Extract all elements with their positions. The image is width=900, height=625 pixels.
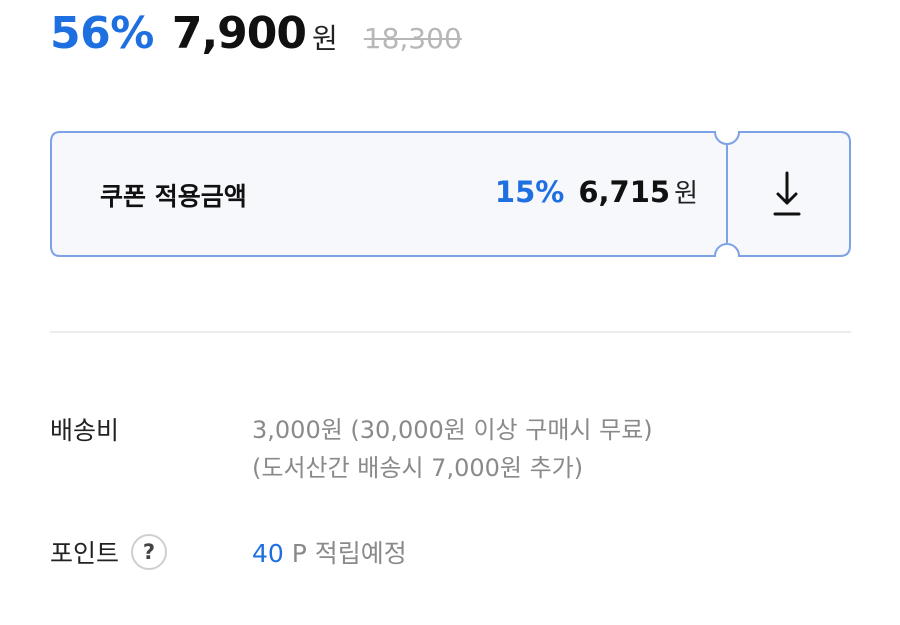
shipping-fee-line2: (도서산간 배송시 7,000원 추가) [252,454,584,482]
original-price: 18,300 [363,22,462,55]
coupon-card[interactable]: 쿠폰 적용금액 15% 6,715 원 [50,131,851,257]
download-arrow-icon [773,171,801,216]
coupon-rate: 15% [494,175,565,209]
coupon-label: 쿠폰 적용금액 [100,182,247,211]
sale-price-currency: 원 [312,22,338,55]
section-divider [50,331,851,333]
points-help-icon[interactable]: ? [131,534,168,570]
coupon-download-button[interactable] [726,133,848,255]
price-row: 56% 7,900 원 18,300 [50,8,462,72]
product-price-panel: 56% 7,900 원 18,300 쿠폰 적용금액 15% 6,715 원 배송비… [0,0,900,625]
sale-price: 7,900 [171,8,307,59]
coupon-price-currency: 원 [674,179,698,209]
coupon-price: 6,715 [578,175,671,209]
points-label: 포인트 [50,539,120,568]
shipping-fee-info: 3,000원 (30,000원 이상 구매시 무료) (도서산간 배송시 7,0… [252,411,653,487]
shipping-fee-label: 배송비 [50,416,120,445]
points-label-row: 포인트 ? [50,534,168,570]
discount-rate: 56% [50,8,154,59]
points-amount: 40 [252,539,284,568]
coupon-amount: 15% 6,715 원 [488,173,698,210]
points-value: 40 P 적립예정 [252,534,407,570]
shipping-fee-line1: 3,000원 (30,000원 이상 구매시 무료) [252,416,653,444]
points-unit: P 적립예정 [283,539,407,568]
